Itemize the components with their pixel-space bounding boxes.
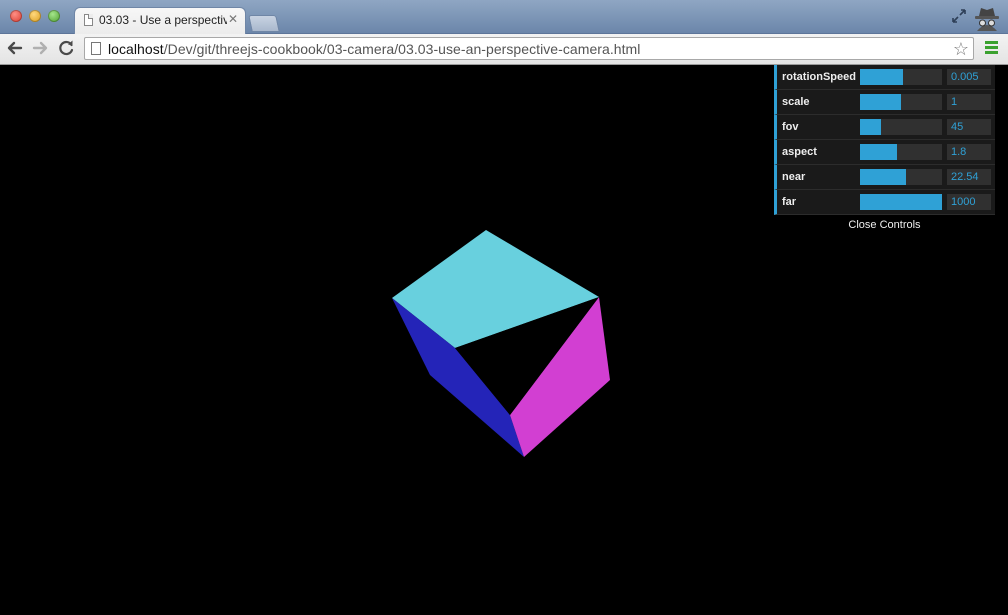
control-slider-fill xyxy=(860,144,897,160)
tab-close-icon[interactable]: ✕ xyxy=(228,12,238,26)
control-label: rotationSpeed xyxy=(782,71,856,83)
control-row-scale: scale xyxy=(774,90,995,115)
control-row-near: near xyxy=(774,165,995,190)
control-slider[interactable] xyxy=(860,69,942,85)
window-close-button[interactable] xyxy=(10,10,22,22)
url-host: localhost xyxy=(108,41,164,57)
control-value-input[interactable] xyxy=(947,169,991,185)
page-icon xyxy=(84,14,93,26)
control-value-input[interactable] xyxy=(947,69,991,85)
tab-title: 03.03 - Use a perspective camera xyxy=(99,13,227,27)
back-icon[interactable] xyxy=(4,37,26,59)
window-minimize-button[interactable] xyxy=(29,10,41,22)
reload-icon[interactable] xyxy=(55,37,77,59)
control-slider-fill xyxy=(860,94,901,110)
control-slider-fill xyxy=(860,69,904,85)
control-value-input[interactable] xyxy=(947,119,991,135)
control-label: far xyxy=(782,196,797,208)
menu-icon[interactable] xyxy=(985,41,998,56)
address-bar[interactable]: localhost/Dev/git/threejs-cookbook/03-ca… xyxy=(84,37,974,60)
bookmark-star-icon[interactable]: ☆ xyxy=(953,38,969,60)
fullscreen-icon[interactable] xyxy=(952,9,966,23)
control-row-aspect: aspect xyxy=(774,140,995,165)
control-row-rotationSpeed: rotationSpeed xyxy=(774,65,995,90)
url-text[interactable]: localhost/Dev/git/threejs-cookbook/03-ca… xyxy=(108,41,640,57)
control-slider[interactable] xyxy=(860,194,942,210)
control-label: near xyxy=(782,171,806,183)
control-label: fov xyxy=(782,121,799,133)
control-slider[interactable] xyxy=(860,119,942,135)
control-row-fov: fov xyxy=(774,115,995,140)
control-value-input[interactable] xyxy=(947,94,991,110)
close-controls-button[interactable]: Close Controls xyxy=(774,215,995,235)
incognito-icon xyxy=(975,8,999,31)
browser-toolbar: localhost/Dev/git/threejs-cookbook/03-ca… xyxy=(0,34,1008,65)
control-label: scale xyxy=(782,96,810,108)
window-maximize-button[interactable] xyxy=(48,10,60,22)
new-tab-button[interactable] xyxy=(248,15,280,32)
control-slider[interactable] xyxy=(860,169,942,185)
controls-panel: rotationSpeed scale fov aspect near far Close… xyxy=(774,65,995,235)
control-slider[interactable] xyxy=(860,144,942,160)
control-value-input[interactable] xyxy=(947,144,991,160)
control-slider-fill xyxy=(860,119,881,135)
control-slider[interactable] xyxy=(860,94,942,110)
control-slider-fill xyxy=(860,194,942,210)
browser-tab[interactable]: 03.03 - Use a perspective camera ✕ xyxy=(74,7,246,34)
control-row-far: far xyxy=(774,190,995,215)
control-label: aspect xyxy=(782,146,817,158)
control-slider-fill xyxy=(860,169,906,185)
url-path: /Dev/git/threejs-cookbook/03-camera/03.0… xyxy=(163,41,641,57)
control-value-input[interactable] xyxy=(947,194,991,210)
window-titlebar: 03.03 - Use a perspective camera ✕ xyxy=(0,0,1008,34)
controls-list: rotationSpeed scale fov aspect near far xyxy=(774,65,995,215)
forward-icon[interactable] xyxy=(29,37,51,59)
page-icon xyxy=(91,42,101,55)
